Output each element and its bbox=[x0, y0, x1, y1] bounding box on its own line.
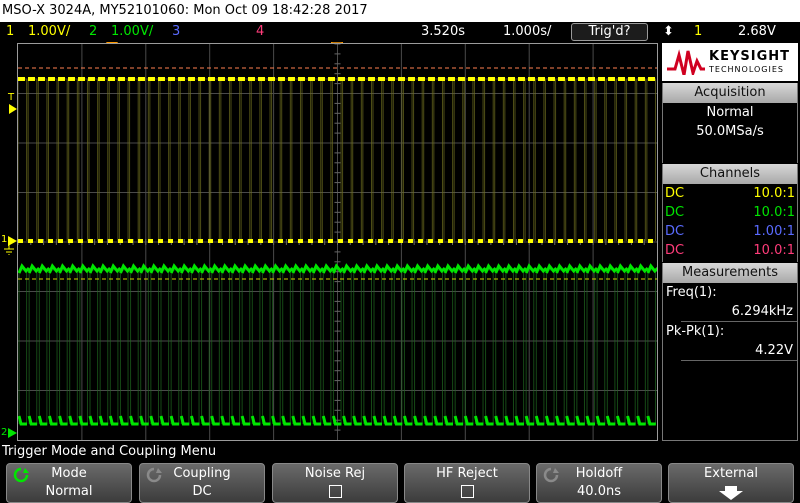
ch2-ground-marker[interactable]: 2 bbox=[1, 427, 7, 438]
softkey-label: Mode bbox=[51, 466, 87, 481]
ch2-scale[interactable]: 1.00V/ bbox=[111, 22, 153, 42]
measurement-label: Freq(1): bbox=[666, 285, 717, 300]
measurement-value: 4.22V bbox=[681, 341, 797, 361]
ch1-ground-marker[interactable]: 1 bbox=[1, 234, 7, 245]
mode-softkey[interactable]: Mode Normal bbox=[6, 463, 132, 503]
checkbox-icon[interactable] bbox=[328, 485, 342, 498]
channels-panel[interactable]: Channels DC 10.0:1 DC 10.0:1 DC 1.00:1 DC 10… bbox=[662, 164, 798, 262]
trigger-source[interactable]: 1 bbox=[694, 22, 702, 42]
noise-reject-softkey[interactable]: Noise Rej bbox=[272, 463, 398, 503]
time-position[interactable]: 3.520s bbox=[421, 22, 465, 42]
measurement-value: 6.294kHz bbox=[681, 302, 797, 322]
softkey-value: Normal bbox=[45, 484, 93, 499]
hf-reject-softkey[interactable]: HF Reject bbox=[404, 463, 530, 503]
coupling-softkey[interactable]: Coupling DC bbox=[139, 463, 265, 503]
acquisition-rate: 50.0MSa/s bbox=[696, 124, 764, 139]
holdoff-softkey[interactable]: Holdoff 40.0ns bbox=[536, 463, 662, 503]
softkey-label: HF Reject bbox=[436, 466, 498, 481]
channels-header: Channels bbox=[663, 164, 797, 184]
softkey-bar: Mode Normal Coupling DC Noise Rej HF Rej… bbox=[0, 461, 800, 503]
softkey-label: Holdoff bbox=[575, 466, 623, 481]
ch3-number[interactable]: 3 bbox=[172, 22, 180, 42]
time-per-div[interactable]: 1.000s/ bbox=[503, 22, 551, 42]
ch4-number[interactable]: 4 bbox=[256, 22, 264, 42]
acquisition-mode: Normal bbox=[706, 105, 754, 120]
ch1-number[interactable]: 1 bbox=[6, 22, 14, 42]
softkey-value: DC bbox=[192, 484, 212, 499]
channel-row: DC 1.00:1 bbox=[665, 224, 795, 239]
trigger-level-marker: T bbox=[8, 92, 15, 103]
waveform-canvas bbox=[18, 44, 657, 440]
logo-line1: KEYSIGHT bbox=[709, 49, 790, 64]
trigger-level-arrow-icon bbox=[9, 104, 17, 114]
channel-row: DC 10.0:1 bbox=[665, 243, 795, 258]
acquisition-panel[interactable]: Acquisition Normal 50.0MSa/s bbox=[662, 83, 798, 163]
trigger-level[interactable]: 2.68V bbox=[738, 22, 776, 42]
trigger-status[interactable]: Trig'd? bbox=[571, 23, 648, 41]
waveform-display[interactable] bbox=[17, 43, 658, 441]
checkbox-icon[interactable] bbox=[460, 485, 474, 498]
acquisition-header: Acquisition bbox=[663, 83, 797, 103]
measurement-label: Pk-Pk(1): bbox=[666, 324, 725, 339]
measurements-panel[interactable]: Measurements Freq(1): 6.294kHz Pk-Pk(1):… bbox=[662, 263, 798, 441]
keysight-wave-logo-icon bbox=[667, 49, 705, 75]
ch2-ground-arrow-icon bbox=[8, 428, 17, 438]
measurements-header: Measurements bbox=[663, 263, 797, 283]
trigger-slope-icon[interactable]: ⬍ bbox=[663, 22, 674, 42]
external-softkey[interactable]: External bbox=[668, 463, 794, 503]
ch1-scale[interactable]: 1.00V/ bbox=[28, 22, 70, 42]
status-bar: 1 1.00V/ 2 1.00V/ 3 4 3.520s 1.000s/ Tri… bbox=[0, 22, 800, 42]
softkey-label: External bbox=[704, 466, 758, 481]
menu-title: Trigger Mode and Coupling Menu bbox=[2, 444, 217, 459]
down-arrow-icon bbox=[719, 486, 743, 500]
channel-row: DC 10.0:1 bbox=[665, 205, 795, 220]
side-panel: KEYSIGHT TECHNOLOGIES Acquisition Normal… bbox=[662, 43, 799, 441]
softkey-value: 40.0ns bbox=[577, 484, 621, 499]
keysight-logo: KEYSIGHT TECHNOLOGIES bbox=[662, 43, 798, 81]
softkey-label: Coupling bbox=[173, 466, 231, 481]
ground-symbol-icon bbox=[4, 245, 14, 255]
logo-line2: TECHNOLOGIES bbox=[709, 65, 784, 74]
window-title: MSO-X 3024A, MY52101060: Mon Oct 09 18:4… bbox=[0, 0, 800, 22]
channel-row: DC 10.0:1 bbox=[665, 186, 795, 201]
softkey-label: Noise Rej bbox=[304, 466, 366, 481]
ch2-number[interactable]: 2 bbox=[89, 22, 97, 42]
